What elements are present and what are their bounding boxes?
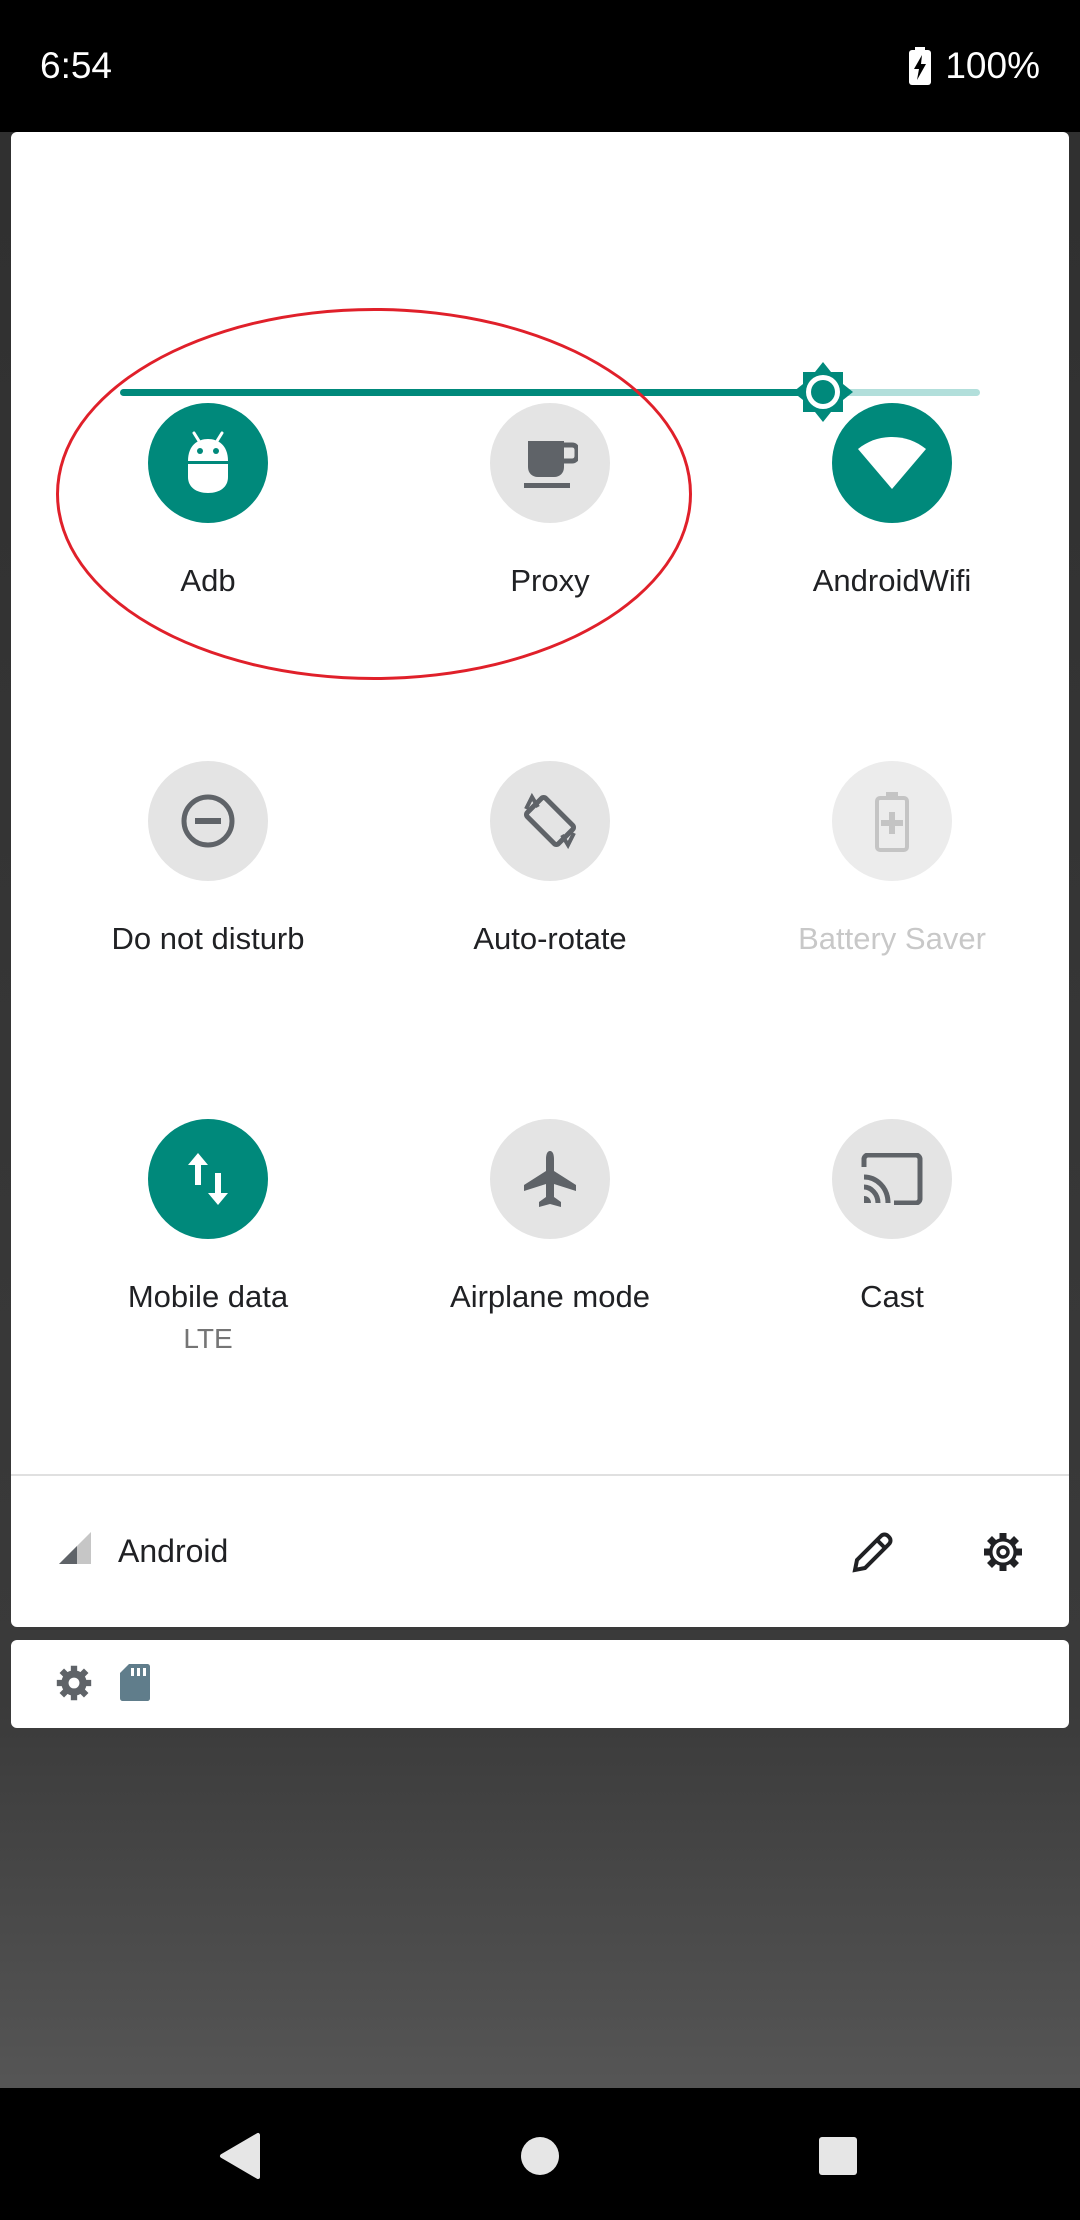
tile-airplane-mode[interactable]: Airplane mode	[400, 1119, 700, 1317]
tile-proxy[interactable]: Proxy	[400, 403, 700, 601]
gear-icon	[56, 1665, 92, 1701]
do-not-disturb-icon	[181, 794, 235, 848]
qs-footer: Android	[11, 1476, 1069, 1627]
back-icon	[220, 2133, 260, 2179]
tile-airplane-mode-label: Airplane mode	[450, 1279, 650, 1314]
tile-do-not-disturb[interactable]: Do not disturb	[58, 761, 358, 959]
tile-battery-saver-label: Battery Saver	[798, 921, 986, 956]
carrier-label: Android	[118, 1533, 229, 1569]
signal-icon	[59, 1532, 91, 1564]
recents-button[interactable]	[808, 2126, 868, 2186]
tile-airplane-mode-button[interactable]	[490, 1119, 610, 1239]
tile-proxy-label: Proxy	[510, 563, 590, 598]
tile-cast-label: Cast	[860, 1279, 924, 1314]
battery-charging-icon	[909, 47, 932, 85]
settings-button[interactable]	[971, 1520, 1035, 1584]
status-bar: 6:54 100%	[0, 0, 1080, 132]
android-icon	[188, 431, 228, 493]
home-icon	[521, 2137, 559, 2175]
tile-wifi-button[interactable]	[832, 403, 952, 523]
quick-settings-panel: Adb Proxy AndroidWifi Do not disturb Aut…	[11, 132, 1069, 1627]
notification-strip[interactable]	[11, 1640, 1069, 1728]
tile-wifi-label: AndroidWifi	[812, 563, 972, 598]
tile-mobile-data-sublabel: LTE	[183, 1323, 233, 1354]
cast-icon	[861, 1153, 923, 1205]
tile-adb-label: Adb	[180, 563, 236, 598]
battery-saver-icon	[875, 792, 909, 852]
tile-adb[interactable]: Adb	[58, 403, 358, 601]
brightness-track-active	[120, 389, 823, 396]
battery-percent: 100%	[945, 45, 1040, 86]
back-button[interactable]	[210, 2126, 270, 2186]
battery-indicator: 100%	[909, 42, 1040, 90]
tile-adb-button[interactable]	[148, 403, 268, 523]
status-time: 6:54	[40, 45, 113, 86]
pencil-icon	[852, 1532, 893, 1573]
tile-cast-button[interactable]	[832, 1119, 952, 1239]
tile-do-not-disturb-label: Do not disturb	[111, 921, 305, 956]
navigation-bar	[0, 2088, 1080, 2220]
coffee-cup-icon	[524, 441, 578, 488]
edit-button[interactable]	[841, 1520, 905, 1584]
tile-auto-rotate[interactable]: Auto-rotate	[400, 761, 700, 959]
wifi-icon	[858, 437, 926, 489]
tile-mobile-data[interactable]: Mobile data LTE	[58, 1119, 358, 1357]
gear-icon	[984, 1533, 1022, 1571]
home-button[interactable]	[510, 2126, 570, 2186]
auto-rotate-icon	[523, 792, 577, 850]
tile-wifi[interactable]: AndroidWifi	[742, 403, 1042, 601]
sd-card-icon	[120, 1664, 150, 1701]
airplane-icon	[524, 1151, 576, 1207]
tile-mobile-data-button[interactable]	[148, 1119, 268, 1239]
tile-do-not-disturb-button[interactable]	[148, 761, 268, 881]
tile-auto-rotate-label: Auto-rotate	[473, 921, 627, 956]
tile-auto-rotate-button[interactable]	[490, 761, 610, 881]
tile-mobile-data-label: Mobile data	[127, 1279, 289, 1314]
mobile-data-icon	[188, 1153, 228, 1205]
tile-proxy-button[interactable]	[490, 403, 610, 523]
tile-battery-saver-button[interactable]	[832, 761, 952, 881]
tile-battery-saver[interactable]: Battery Saver	[742, 761, 1042, 959]
recents-icon	[819, 2137, 857, 2175]
tile-cast[interactable]: Cast	[742, 1119, 1042, 1317]
